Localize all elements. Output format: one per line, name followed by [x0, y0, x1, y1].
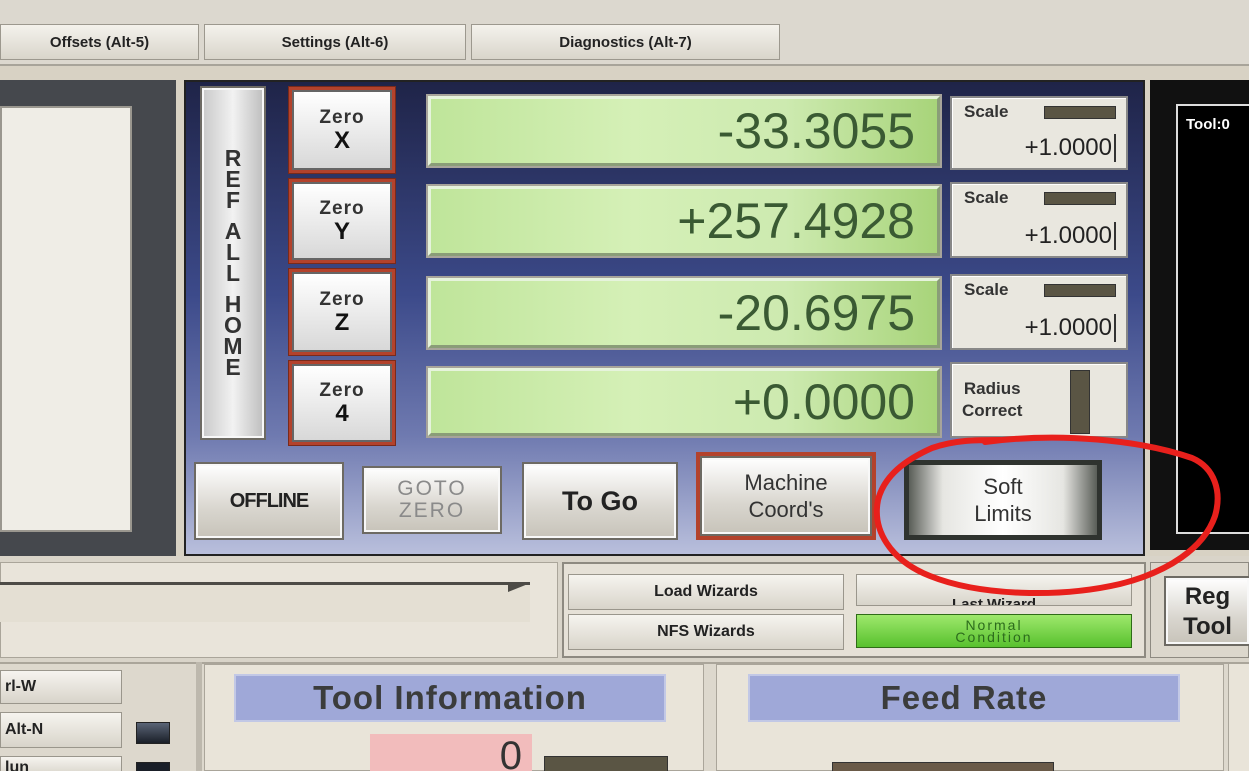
annotation-circle	[873, 434, 1221, 597]
mach3-screen: Offsets (Alt-5) Settings (Alt-6) Diagnos…	[0, 0, 1249, 771]
annotation-stroke	[873, 434, 1221, 597]
